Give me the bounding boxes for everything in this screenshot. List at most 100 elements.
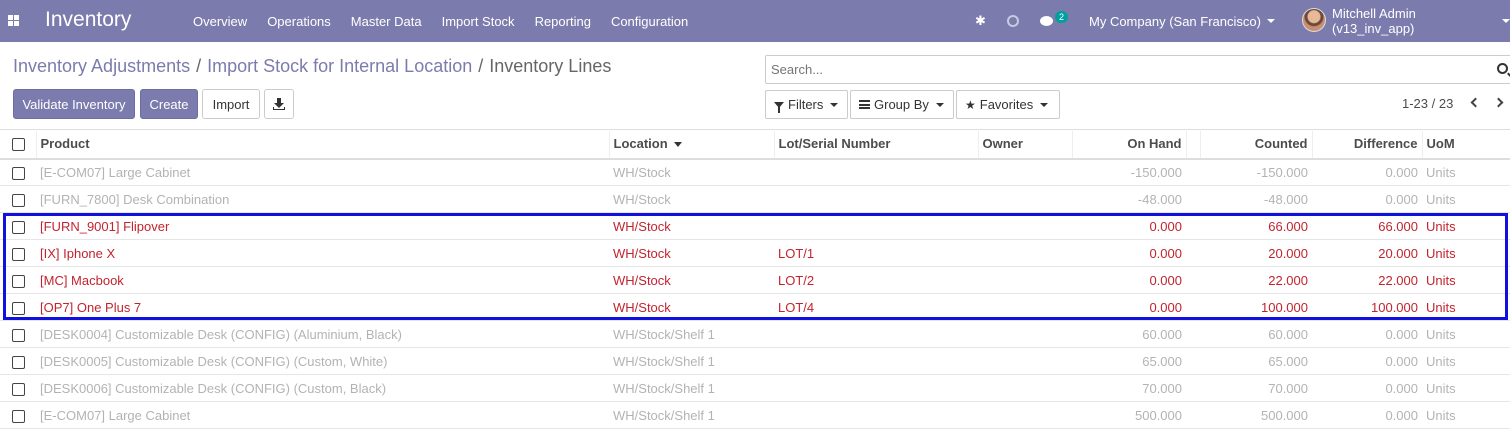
- pager-value[interactable]: 1-23 / 23: [1402, 96, 1453, 111]
- cell-on-hand: 70.000: [1142, 380, 1182, 396]
- table-row[interactable]: [E-COM07] Large Cabinet WH/Stock -150.000 -…: [0, 159, 1510, 186]
- cell-difference: 0.000: [1385, 353, 1418, 369]
- pager-next-button[interactable]: [1493, 94, 1509, 112]
- menu-master-data[interactable]: Master Data: [341, 14, 432, 29]
- menu-overview[interactable]: Overview: [183, 14, 257, 29]
- select-all-checkbox[interactable]: [12, 138, 25, 152]
- messaging-chat-icon[interactable]: [1040, 0, 1053, 42]
- table-row[interactable]: [OP7] One Plus 7 WH/Stock LOT/4 0.000 100.00…: [0, 294, 1510, 321]
- cell-select: [0, 294, 36, 321]
- search-input[interactable]: [766, 56, 1486, 83]
- cell-difference: 0.000: [1385, 191, 1418, 207]
- column-location[interactable]: Location: [609, 129, 775, 159]
- cell-counted: -150.000: [1256, 164, 1308, 180]
- table-row[interactable]: [DESK0006] Customizable Desk (CONFIG) (C…: [0, 375, 1510, 402]
- favorites-dropdown[interactable]: ★ Favorites: [956, 90, 1060, 119]
- cell-on-hand: 0.000: [1149, 272, 1182, 288]
- cell-on-hand: 0.000: [1149, 245, 1182, 261]
- row-checkbox[interactable]: [12, 274, 25, 288]
- activity-clock-icon[interactable]: [1007, 0, 1019, 42]
- pager-previous-button[interactable]: [1467, 94, 1483, 112]
- main-menu: Overview Operations Master Data Import S…: [183, 0, 698, 42]
- breadcrumb-separator: /: [478, 56, 484, 76]
- cell-product: [FURN_7800] Desk Combination: [40, 191, 230, 207]
- debug-bug-icon[interactable]: ✱: [975, 0, 986, 42]
- row-checkbox[interactable]: [12, 301, 25, 315]
- cell-lot: [774, 159, 978, 186]
- search-bar: [765, 55, 1510, 84]
- cell-uom: Units: [1426, 191, 1456, 207]
- cell-location: WH/Stock: [613, 245, 671, 261]
- menu-reporting[interactable]: Reporting: [525, 14, 601, 29]
- sort-desc-icon: [673, 142, 682, 148]
- company-switcher[interactable]: My Company (San Francisco): [1089, 0, 1275, 42]
- row-checkbox[interactable]: [12, 409, 25, 423]
- cell-spacer: [1186, 186, 1200, 213]
- cell-difference: 0.000: [1385, 326, 1418, 342]
- cell-owner: [978, 159, 1072, 186]
- column-uom[interactable]: UoM: [1422, 129, 1510, 159]
- cell-product: [E-COM07] Large Cabinet: [40, 407, 191, 423]
- user-avatar[interactable]: [1302, 8, 1326, 32]
- row-checkbox[interactable]: [12, 355, 25, 369]
- cell-select: [0, 375, 36, 402]
- import-button[interactable]: Import: [202, 89, 260, 119]
- column-product[interactable]: Product: [36, 129, 610, 159]
- cell-lot: LOT/4: [778, 299, 815, 315]
- cell-counted: 20.000: [1268, 245, 1308, 261]
- cell-select: [0, 186, 36, 213]
- menu-operations[interactable]: Operations: [257, 14, 341, 29]
- row-checkbox[interactable]: [12, 166, 25, 180]
- cell-uom: Units: [1426, 407, 1456, 423]
- cell-difference: 20.000: [1378, 245, 1418, 261]
- table-row[interactable]: [FURN_9001] Flipover WH/Stock 0.000 66.000 6…: [0, 213, 1510, 240]
- cell-spacer: [1186, 267, 1200, 294]
- row-checkbox[interactable]: [12, 247, 25, 261]
- create-button[interactable]: Create: [140, 89, 198, 119]
- row-checkbox[interactable]: [12, 193, 25, 207]
- table-row[interactable]: [FURN_7800] Desk Combination WH/Stock -48.…: [0, 186, 1510, 213]
- breadcrumb-inventory-adjustments[interactable]: Inventory Adjustments: [13, 56, 190, 77]
- cell-spacer: [1186, 213, 1200, 240]
- column-on-hand[interactable]: On Hand: [1072, 129, 1187, 159]
- page-title: Inventory Lines: [489, 56, 612, 76]
- cell-product: [DESK0005] Customizable Desk (CONFIG) (C…: [40, 353, 388, 369]
- table-row[interactable]: [DESK0004] Customizable Desk (CONFIG) (A…: [0, 321, 1510, 348]
- filters-dropdown[interactable]: Filters: [765, 90, 848, 119]
- table-row[interactable]: [E-COM07] Large Cabinet WH/Stock/Shelf 1 5…: [0, 402, 1510, 429]
- chevron-down-icon: [935, 102, 944, 107]
- search-icon[interactable]: [1497, 63, 1508, 74]
- cell-uom: Units: [1426, 218, 1456, 234]
- cell-owner: [978, 294, 1072, 321]
- column-location-label: Location: [613, 136, 668, 152]
- cell-owner: [978, 348, 1072, 375]
- row-checkbox[interactable]: [12, 328, 25, 342]
- app-brand[interactable]: Inventory: [45, 8, 131, 32]
- column-counted[interactable]: Counted: [1200, 129, 1313, 159]
- cell-location: WH/Stock/Shelf 1: [613, 380, 715, 396]
- cell-uom: Units: [1426, 164, 1456, 180]
- download-button[interactable]: [264, 89, 294, 119]
- table-row[interactable]: [MC] Macbook WH/Stock LOT/2 0.000 22.000 22.0…: [0, 267, 1510, 294]
- validate-inventory-button[interactable]: Validate Inventory: [13, 89, 135, 119]
- table-row[interactable]: [DESK0005] Customizable Desk (CONFIG) (C…: [0, 348, 1510, 375]
- favorites-label: Favorites: [979, 97, 1034, 112]
- menu-import-stock[interactable]: Import Stock: [432, 14, 525, 29]
- group-by-dropdown[interactable]: Group By: [850, 90, 954, 119]
- cell-counted: 66.000: [1268, 218, 1308, 234]
- top-navbar: Inventory Overview Operations Master Dat…: [0, 0, 1510, 42]
- column-owner[interactable]: Owner: [978, 129, 1073, 159]
- row-checkbox[interactable]: [12, 220, 25, 234]
- cell-select: [0, 159, 36, 186]
- column-lot[interactable]: Lot/Serial Number: [774, 129, 979, 159]
- breadcrumb-import-stock[interactable]: Import Stock for Internal Location: [207, 56, 472, 77]
- table-row[interactable]: [IX] Iphone X WH/Stock LOT/1 0.000 20.000 20.…: [0, 240, 1510, 267]
- row-checkbox[interactable]: [12, 382, 25, 396]
- cell-owner: [978, 240, 1072, 267]
- cell-owner: [978, 213, 1072, 240]
- cell-spacer: [1186, 294, 1200, 321]
- user-menu[interactable]: Mitchell Admin (v13_inv_app): [1332, 0, 1510, 42]
- menu-configuration[interactable]: Configuration: [601, 14, 698, 29]
- column-difference[interactable]: Difference: [1312, 129, 1423, 159]
- apps-menu-icon[interactable]: [8, 15, 19, 26]
